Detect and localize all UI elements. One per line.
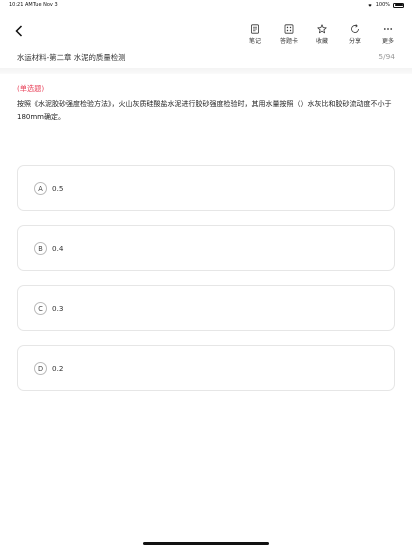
question-text: 按照《水泥胶砂强度检验方法》，火山灰质硅酸盐水泥进行胶砂强度检验时，其用水量按照…: [17, 100, 392, 121]
toolbar-more-label: 更多: [381, 38, 394, 45]
option-b[interactable]: B 0.4: [17, 225, 395, 271]
toolbar-favorite-button[interactable]: 收藏: [309, 24, 335, 45]
chevron-left-icon: [15, 25, 23, 37]
status-right: 100%: [367, 2, 404, 8]
option-value: 0.2: [52, 364, 64, 373]
toolbar-share-button[interactable]: 分享: [342, 24, 368, 45]
option-letter: A: [34, 182, 47, 195]
answer-card-icon: [284, 24, 294, 34]
option-value: 0.3: [52, 304, 64, 313]
star-icon: [317, 24, 327, 34]
option-letter: D: [34, 362, 47, 375]
nav-bar: 笔记 答题卡 收藏 分享 更多: [0, 18, 412, 46]
toolbar-favorite-label: 收藏: [315, 38, 328, 45]
divider: [0, 68, 412, 74]
back-button[interactable]: [12, 24, 26, 38]
option-a[interactable]: A 0.5: [17, 165, 395, 211]
toolbar-note-label: 笔记: [248, 38, 261, 45]
toolbar-answer-card-label: 答题卡: [279, 38, 298, 45]
option-value: 0.4: [52, 244, 64, 253]
home-indicator[interactable]: [143, 542, 269, 545]
option-d[interactable]: D 0.2: [17, 345, 395, 391]
option-letter: C: [34, 302, 47, 315]
option-letter: B: [34, 242, 47, 255]
status-date: Tue Nov 3: [33, 2, 58, 8]
option-value: 0.5: [52, 184, 64, 193]
chapter-bar: 水运材料-第二章 水泥的质量检测 5/94: [0, 50, 412, 70]
wifi-icon: [368, 4, 372, 7]
option-c[interactable]: C 0.3: [17, 285, 395, 331]
question-progress: 5/94: [378, 52, 395, 61]
status-bar: 10:21 AM Tue Nov 3 100%: [0, 0, 412, 10]
toolbar-more-button[interactable]: 更多: [375, 24, 401, 45]
question-type: (单选题): [17, 84, 45, 93]
chapter-title: 水运材料-第二章 水泥的质量检测: [17, 53, 126, 62]
more-icon: [383, 28, 393, 30]
battery-icon: [393, 2, 404, 8]
note-icon: [251, 24, 259, 34]
toolbar-note-button[interactable]: 笔记: [242, 24, 268, 45]
battery-percent: 100%: [375, 2, 390, 8]
share-icon: [351, 24, 359, 33]
status-time: 10:21 AM: [9, 2, 33, 8]
toolbar-share-label: 分享: [348, 38, 361, 45]
toolbar-answer-card-button[interactable]: 答题卡: [276, 24, 302, 45]
